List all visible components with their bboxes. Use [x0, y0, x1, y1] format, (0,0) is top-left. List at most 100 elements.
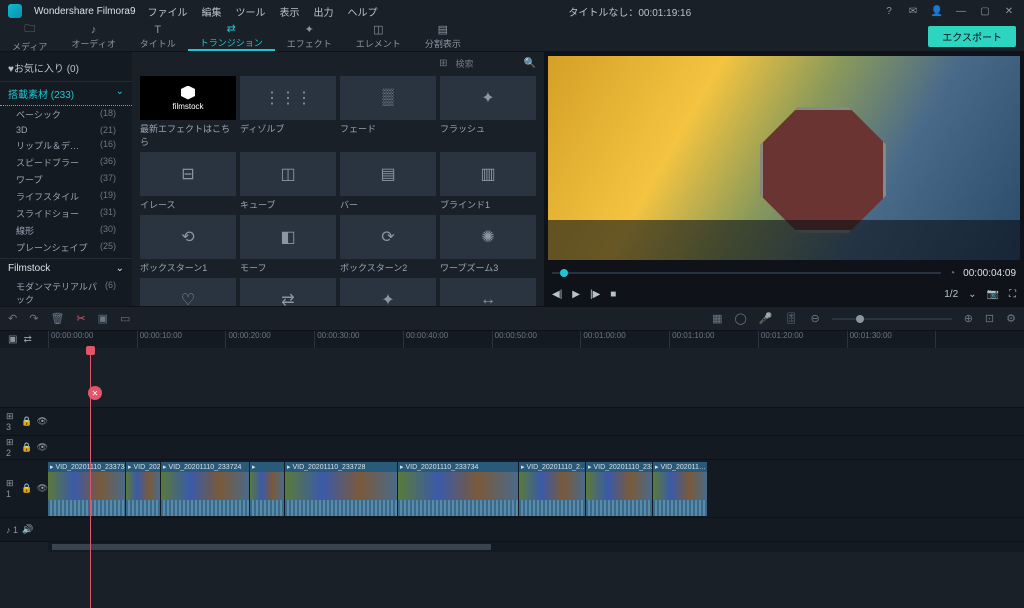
category-item[interactable]: ワープ(37): [0, 171, 132, 188]
video-clip[interactable]: ▸ VID_20201110_2…: [519, 462, 585, 516]
link-icon[interactable]: ⇄: [23, 334, 31, 345]
video-clip[interactable]: ▸ VID_20201110_233724: [161, 462, 249, 516]
playhead[interactable]: [90, 348, 91, 608]
lock-icon[interactable]: ▣: [8, 334, 17, 345]
video-clip[interactable]: ▸ VID_20201110_233728: [285, 462, 397, 516]
maximize-icon[interactable]: ▢: [978, 6, 992, 17]
delete-icon[interactable]: 🗑: [50, 312, 64, 325]
eye-icon[interactable]: 👁: [37, 483, 48, 494]
transition-item[interactable]: ◫キューブ: [240, 152, 336, 211]
feedback-icon[interactable]: ✉: [906, 6, 920, 17]
transition-item[interactable]: ▤バー: [340, 152, 436, 211]
zoom-slider[interactable]: [832, 318, 952, 320]
category-item[interactable]: スピードブラー(36): [0, 154, 132, 171]
redo-icon[interactable]: ↷: [29, 312, 38, 325]
record-icon[interactable]: 🎤: [759, 312, 773, 325]
chevron-down-icon[interactable]: ⌄: [968, 289, 976, 300]
category-item[interactable]: スライドショー(31): [0, 205, 132, 222]
transition-item[interactable]: ▥ブラインド1: [440, 152, 536, 211]
eye-icon[interactable]: 👁: [37, 416, 48, 427]
lock-icon[interactable]: 🔒: [21, 416, 32, 427]
category-item[interactable]: ベーシック(18): [0, 106, 132, 123]
play-icon[interactable]: ▶: [572, 289, 580, 300]
video-clip[interactable]: ▸ VID_20201110_2337: [586, 462, 652, 516]
transition-item[interactable]: ⋮⋮⋮ディゾルブ: [240, 76, 336, 148]
category-item[interactable]: 3D(21): [0, 123, 132, 137]
timeline-scrollbar[interactable]: [48, 542, 1024, 552]
transition-item[interactable]: ♡: [140, 278, 236, 306]
menu-view[interactable]: 表示: [280, 4, 300, 19]
transition-item[interactable]: ⊟イレース: [140, 152, 236, 211]
track-text[interactable]: ⊞ 2🔒👁: [0, 436, 1024, 460]
settings-icon[interactable]: ⚙: [1006, 312, 1016, 325]
category-item[interactable]: 線形(30): [0, 222, 132, 239]
tab-media[interactable]: 🗀メディア: [0, 22, 59, 51]
menu-output[interactable]: 出力: [314, 4, 334, 19]
lock-icon[interactable]: 🔒: [21, 442, 32, 453]
transition-item[interactable]: ✺ワープズーム3: [440, 215, 536, 274]
next-frame-icon[interactable]: |▶: [590, 289, 600, 300]
account-icon[interactable]: 👤: [930, 6, 944, 17]
transition-item[interactable]: ✦: [340, 278, 436, 306]
search-icon[interactable]: 🔍: [524, 58, 536, 69]
transition-item[interactable]: ▒フェード: [340, 76, 436, 148]
menu-edit[interactable]: 編集: [202, 4, 222, 19]
lock-icon[interactable]: 🔒: [21, 483, 32, 494]
quality-icon[interactable]: ◔: [949, 268, 955, 279]
zoom-fit-icon[interactable]: ⊡: [985, 312, 994, 325]
track-audio[interactable]: ♪ 1🔊: [0, 518, 1024, 542]
preview-viewport[interactable]: [548, 56, 1020, 260]
tab-elements[interactable]: ◫エレメント: [344, 22, 413, 51]
split-clip-icon[interactable]: ✂: [76, 312, 85, 325]
builtin-header[interactable]: 搭載素材 (233)⌄: [0, 81, 132, 106]
menu-help[interactable]: ヘルプ: [348, 4, 378, 19]
zoom-in-icon[interactable]: ⊕: [964, 312, 973, 325]
stop-icon[interactable]: ■: [610, 289, 616, 300]
transition-item[interactable]: ⟲ボックスターン1: [140, 215, 236, 274]
transition-item[interactable]: ⇄: [240, 278, 336, 306]
mixer-icon[interactable]: 🎚: [785, 312, 799, 325]
prev-frame-icon[interactable]: ◀|: [552, 289, 562, 300]
video-clip[interactable]: ▸ VID_20201110_233734: [48, 462, 125, 516]
mute-icon[interactable]: 🔊: [22, 524, 33, 535]
transition-item[interactable]: ⟳ボックスターン2: [340, 215, 436, 274]
transition-item[interactable]: ✦フラッシュ: [440, 76, 536, 148]
transition-item[interactable]: ↔: [440, 278, 536, 306]
help-icon[interactable]: ?: [882, 6, 896, 17]
snapshot-icon[interactable]: 📷: [987, 289, 999, 300]
menu-file[interactable]: ファイル: [148, 4, 188, 19]
preview-zoom[interactable]: 1/2: [944, 289, 958, 300]
edit-icon[interactable]: ▭: [120, 312, 130, 325]
tab-effects[interactable]: ✦エフェクト: [275, 22, 344, 51]
transition-item[interactable]: filmstock最新エフェクトはこちら: [140, 76, 236, 148]
tab-split[interactable]: ▤分割表示: [413, 22, 473, 51]
grid-view-icon[interactable]: ⊞: [439, 58, 447, 69]
tab-transitions[interactable]: ⇄トランジション: [188, 22, 275, 51]
track-video[interactable]: ⊞ 1🔒👁 ▸ VID_20201110_233734▸ VID_2020…▸ …: [0, 460, 1024, 518]
render-icon[interactable]: ▦: [712, 312, 722, 325]
eye-icon[interactable]: 👁: [37, 442, 48, 453]
category-item[interactable]: プレーンシェイプ(25): [0, 239, 132, 256]
preview-scrubber[interactable]: [552, 272, 941, 274]
marker-icon[interactable]: ◯: [734, 312, 746, 325]
track-fx[interactable]: ⊞ 3🔒👁 ✕: [0, 408, 1024, 436]
tab-audio[interactable]: ♪オーディオ: [59, 22, 127, 51]
transition-item[interactable]: ◧モーフ: [240, 215, 336, 274]
video-clip[interactable]: ▸: [250, 462, 284, 516]
category-item[interactable]: リップル＆デ…(16): [0, 137, 132, 154]
video-clip[interactable]: ▸ VID_2020…: [126, 462, 160, 516]
fullscreen-icon[interactable]: ⛶: [1009, 289, 1016, 300]
zoom-out-icon[interactable]: ⊖: [810, 312, 819, 325]
video-clip[interactable]: ▸ VID_20201110_233734: [398, 462, 518, 516]
favorites-item[interactable]: ♥お気に入り (0): [0, 56, 132, 79]
filmstock-header[interactable]: Filmstock⌄: [0, 258, 132, 278]
tab-titles[interactable]: Tタイトル: [128, 22, 188, 51]
close-icon[interactable]: ✕: [1002, 6, 1016, 17]
timeline-ruler[interactable]: ▣ ⇄ 00:00:00:0000:00:10:0000:00:20:0000:…: [0, 330, 1024, 348]
crop-icon[interactable]: ▣: [98, 312, 108, 325]
undo-icon[interactable]: ↶: [8, 312, 17, 325]
minimize-icon[interactable]: —: [954, 6, 968, 17]
category-item[interactable]: モダンマテリアルパック(6): [0, 278, 132, 306]
search-input[interactable]: 検索: [456, 57, 516, 70]
export-button[interactable]: エクスポート: [928, 26, 1016, 47]
